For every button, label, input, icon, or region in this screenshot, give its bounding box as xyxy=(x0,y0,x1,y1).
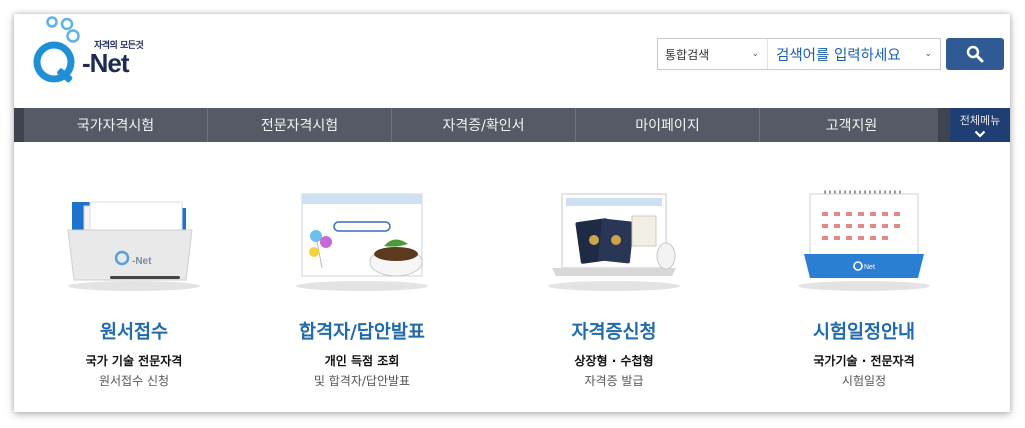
nav-item-certificate[interactable]: 자격증/확인서 xyxy=(392,108,576,142)
nav-item-professional-exam[interactable]: 전문자격시험 xyxy=(208,108,392,142)
svg-text:Net: Net xyxy=(864,264,875,271)
service-line1: 국가기술 · 전문자격 xyxy=(813,354,915,368)
svg-text:-Net: -Net xyxy=(132,256,152,267)
qnet-logo[interactable]: 자격의 모든것 -Net xyxy=(24,14,164,94)
nav-item-national-exam[interactable]: 국가자격시험 xyxy=(24,108,208,142)
folder-icon: -Net xyxy=(67,201,200,291)
search-icon xyxy=(966,45,984,63)
nav-divider xyxy=(14,108,24,142)
service-line2: 및 합격자/답안발표 xyxy=(313,374,411,388)
browser-window-icon xyxy=(296,193,428,291)
service-line2: 원서접수 신청 xyxy=(98,374,170,388)
main-nav: 국가자격시험 전문자격시험 자격증/확인서 마이페이지 고객지원 전체메뉴 xyxy=(14,108,1010,142)
page-frame: 자격의 모든것 -Net 통합검색 ⌄ 검색어를 입력하세요 ⌄ 국가자격시험 … xyxy=(14,14,1010,412)
service-line1: 상장형 · 수첩형 xyxy=(574,354,654,368)
search-scope-label: 통합검색 xyxy=(665,47,710,62)
calendar-icon: Net xyxy=(798,190,930,291)
chevron-down-icon: ⌄ xyxy=(924,49,932,59)
search-placeholder: 검색어를 입력하세요 xyxy=(776,47,901,64)
service-line1: 국가 기술 전문자격 xyxy=(85,354,183,368)
nav-item-support[interactable]: 고객지원 xyxy=(760,108,944,142)
service-line2: 시험일정 xyxy=(841,374,887,388)
service-title: 자격증신청 xyxy=(571,322,657,343)
service-line1: 개인 득점 조회 xyxy=(324,354,400,368)
chevron-down-icon xyxy=(974,130,986,138)
nav-item-mypage[interactable]: 마이페이지 xyxy=(576,108,760,142)
search-input[interactable]: 검색어를 입력하세요 ⌄ xyxy=(768,39,940,69)
service-title: 합격자/답안발표 xyxy=(299,322,425,343)
all-menu-button[interactable]: 전체메뉴 xyxy=(950,108,1010,142)
service-line2: 자격증 발급 xyxy=(584,374,644,388)
chevron-down-icon: ⌄ xyxy=(751,49,759,59)
all-menu-label: 전체메뉴 xyxy=(959,114,1001,127)
search-scope-select[interactable]: 통합검색 ⌄ xyxy=(658,39,768,69)
search-button[interactable] xyxy=(946,38,1004,70)
search-bar: 통합검색 ⌄ 검색어를 입력하세요 ⌄ xyxy=(657,38,941,70)
service-title: 시험일정안내 xyxy=(812,322,916,343)
laptop-passport-icon xyxy=(548,193,680,291)
service-title: 원서접수 xyxy=(99,322,169,343)
logo-text: -Net xyxy=(82,48,130,78)
nav-divider xyxy=(938,108,950,142)
